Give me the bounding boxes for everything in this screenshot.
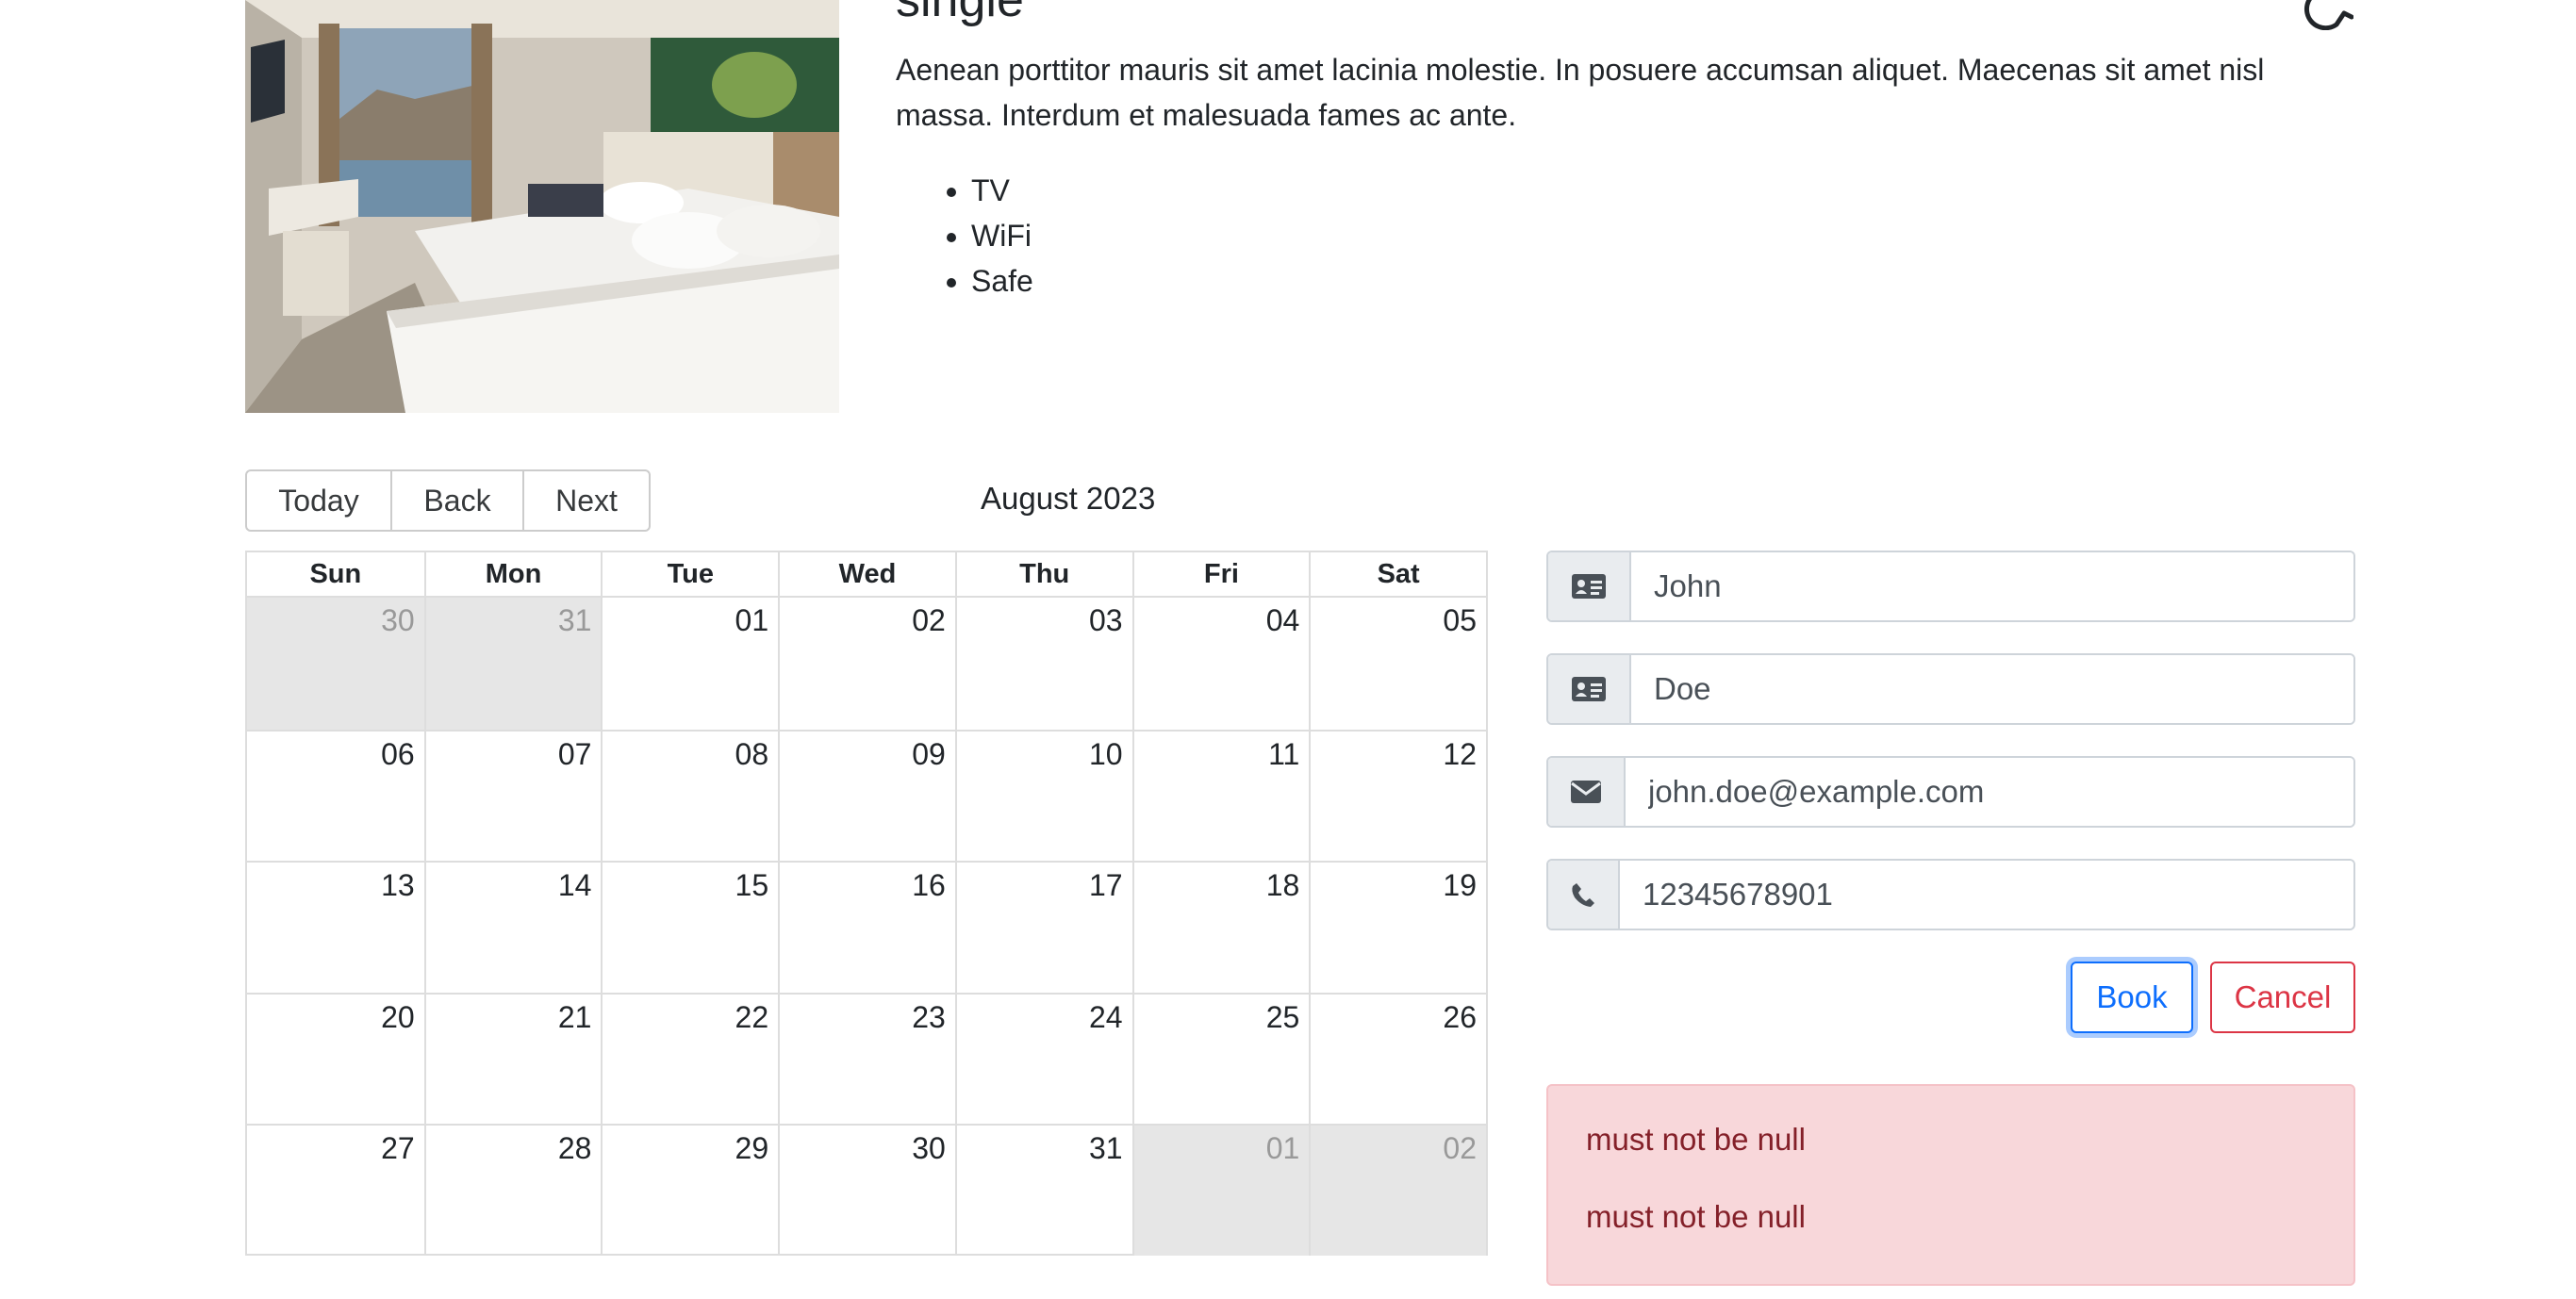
calendar-day-cell[interactable]: 19	[1309, 861, 1486, 993]
calendar-day-cell[interactable]: 25	[1131, 992, 1310, 1125]
calendar-day-cell[interactable]: 26	[1309, 992, 1486, 1125]
weekday-header: Wed	[778, 552, 955, 596]
calendar-day-cell[interactable]: 12	[1309, 729, 1486, 862]
feature-list: TV WiFi Safe	[896, 168, 1033, 304]
calendar-day-cell[interactable]: 06	[247, 729, 424, 862]
id-card-icon	[1548, 655, 1631, 723]
calendar-day-cell[interactable]: 14	[423, 861, 602, 993]
calendar-day-cell[interactable]: 31	[423, 598, 602, 730]
id-card-icon	[1548, 552, 1631, 620]
calendar-day-cell[interactable]: 16	[778, 861, 955, 993]
cancel-button[interactable]: Cancel	[2210, 962, 2355, 1033]
calendar-day-cell[interactable]: 01	[601, 598, 778, 730]
calendar-day-cell[interactable]: 02	[778, 598, 955, 730]
calendar-day-cell[interactable]: 02	[1309, 1124, 1486, 1256]
calendar-day-cell[interactable]: 03	[954, 598, 1132, 730]
calendar-header: Sun Mon Tue Wed Thu Fri Sat	[247, 552, 1486, 598]
calendar-days: 30 31 01 02 03 04 05 06 07 08 09 10 11 12 13 14 15 16 17 18…	[247, 598, 1486, 1256]
calendar-day-cell[interactable]: 29	[601, 1124, 779, 1256]
calendar-day-cell[interactable]: 01	[1131, 1124, 1310, 1256]
calendar-day-cell[interactable]: 10	[954, 729, 1132, 862]
back-button[interactable]: Back	[390, 469, 524, 532]
error-alert: must not be null must not be null	[1546, 1084, 2355, 1286]
email-input[interactable]	[1626, 758, 2353, 826]
calendar-day-cell[interactable]: 23	[778, 992, 955, 1125]
today-button[interactable]: Today	[245, 469, 392, 532]
room-photo	[245, 0, 839, 413]
weekday-header: Sat	[1309, 552, 1486, 596]
calendar-day-cell[interactable]: 22	[601, 992, 779, 1125]
room-description: Aenean porttitor mauris sit amet lacinia…	[896, 53, 2265, 132]
weekday-header: Thu	[954, 552, 1132, 596]
envelope-icon	[1548, 758, 1626, 826]
calendar-day-cell[interactable]: 27	[247, 1124, 424, 1256]
weekday-header: Tue	[601, 552, 778, 596]
calendar-day-cell[interactable]: 04	[1131, 598, 1310, 730]
firstname-group	[1546, 551, 2355, 622]
phone-icon	[1548, 861, 1620, 929]
weekday-header: Sun	[309, 558, 362, 589]
calendar-day-cell[interactable]: 08	[601, 729, 779, 862]
calendar-day-cell[interactable]: 13	[247, 861, 424, 993]
next-button[interactable]: Next	[522, 469, 651, 532]
calendar-day-cell[interactable]: 28	[423, 1124, 602, 1256]
calendar-day-cell[interactable]: 11	[1131, 729, 1310, 862]
lastname-input[interactable]	[1631, 655, 2353, 723]
weekday-header: Fri	[1131, 552, 1310, 596]
phone-input[interactable]	[1620, 861, 2353, 929]
weekday-header: Mon	[423, 552, 602, 596]
calendar-day-cell[interactable]: 20	[247, 992, 424, 1125]
feature-item: Safe	[971, 258, 1033, 304]
calendar-day-cell[interactable]: 07	[423, 729, 602, 862]
calendar-toolbar: Today Back Next	[245, 469, 651, 532]
feature-item: WiFi	[971, 213, 1033, 258]
calendar-day-cell[interactable]: 21	[423, 992, 602, 1125]
lastname-group	[1546, 653, 2355, 725]
room-title: single	[896, 0, 1024, 27]
error-message: must not be null	[1586, 1199, 1806, 1234]
email-group	[1546, 756, 2355, 828]
book-button[interactable]: Book	[2071, 962, 2193, 1033]
feature-item: TV	[971, 168, 1033, 213]
phone-group	[1546, 859, 2355, 930]
calendar-day-cell[interactable]: 05	[1309, 598, 1486, 730]
page: single Aenean porttitor mauris sit amet …	[0, 0, 2576, 1299]
firstname-input[interactable]	[1631, 552, 2353, 620]
calendar-day-cell[interactable]: 24	[954, 992, 1132, 1125]
error-message: must not be null	[1586, 1122, 1806, 1157]
calendar-day-cell[interactable]: 15	[601, 861, 779, 993]
wheelchair-icon	[2304, 0, 2353, 30]
calendar-day-cell[interactable]: 31	[954, 1124, 1132, 1256]
calendar-day-cell[interactable]: 09	[778, 729, 955, 862]
calendar-day-cell[interactable]: 18	[1131, 861, 1310, 993]
calendar-month-label: August 2023	[981, 481, 1156, 516]
calendar-day-cell[interactable]: 30	[247, 598, 424, 730]
month-calendar: Sun Mon Tue Wed Thu Fri Sat 30 31 01 02 03 04…	[245, 551, 1488, 1256]
calendar-day-cell[interactable]: 30	[778, 1124, 955, 1256]
calendar-day-cell[interactable]: 17	[954, 861, 1132, 993]
